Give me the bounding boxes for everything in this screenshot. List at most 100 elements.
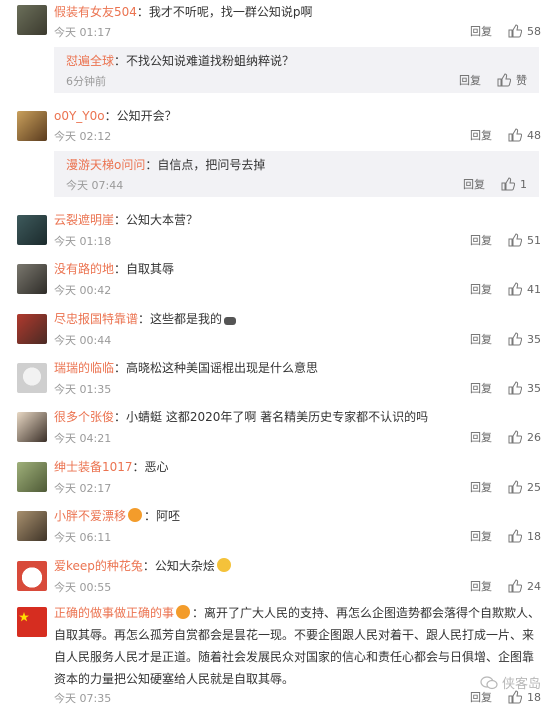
avatar[interactable] bbox=[17, 314, 47, 344]
like-button[interactable]: 35 bbox=[508, 381, 541, 395]
username-link[interactable]: 很多个张俊 bbox=[54, 410, 114, 424]
like-button[interactable]: 26 bbox=[508, 430, 541, 444]
vip-badge-icon bbox=[176, 605, 191, 619]
like-count: 赞 bbox=[516, 74, 527, 87]
like-button[interactable]: 58 bbox=[508, 24, 541, 38]
reply-button[interactable]: 回复 bbox=[470, 127, 492, 143]
username-link[interactable]: 爱keep的种花兔 bbox=[54, 559, 143, 573]
reply-button[interactable]: 回复 bbox=[470, 232, 492, 248]
comment-item: 很多个张俊：小蜻蜓 这都2020年了啊 著名精美历史专家都不认识的吗 今天 04… bbox=[0, 407, 555, 455]
comment-text: ：高晓松这种美国谣棍出现是什么意思 bbox=[114, 361, 319, 375]
avatar[interactable] bbox=[17, 215, 47, 245]
wechat-icon bbox=[480, 675, 498, 689]
like-button[interactable]: 24 bbox=[508, 579, 541, 593]
like-count: 35 bbox=[527, 381, 541, 395]
username-link[interactable]: 绅士装备1017 bbox=[54, 460, 133, 474]
like-button[interactable]: 35 bbox=[508, 332, 541, 346]
thumbs-up-icon bbox=[508, 233, 522, 247]
reply-button[interactable]: 回复 bbox=[470, 528, 492, 544]
comment-text: ：这些都是我的 bbox=[138, 312, 223, 326]
vip-badge-icon bbox=[128, 508, 143, 522]
like-count: 41 bbox=[527, 282, 541, 296]
username-link[interactable]: 尽忠报国特靠谱 bbox=[54, 312, 138, 326]
avatar[interactable] bbox=[17, 607, 47, 637]
comment-actions: 回复 18 bbox=[470, 526, 541, 546]
timestamp: 今天 00:44 bbox=[54, 334, 112, 347]
comment-text: ：恶心 bbox=[132, 460, 169, 474]
comment-text: ：公知开会？ bbox=[104, 109, 177, 123]
reply-box: 怼遍全球：不找公知说难道找粉蛆纳粹说？ 6分钟前 回复 赞 bbox=[54, 47, 539, 93]
thumbs-up-icon bbox=[508, 128, 522, 142]
reply-button[interactable]: 回复 bbox=[470, 578, 492, 594]
username-link[interactable]: 瑞瑞的临临 bbox=[54, 361, 114, 375]
emoji-icon bbox=[224, 317, 237, 325]
reply-box: 漫游天梯o问问：自信点，把问号去掉 今天 07:44 回复 1 bbox=[54, 151, 539, 197]
like-count: 26 bbox=[527, 430, 541, 444]
comment-actions: 回复 48 bbox=[470, 125, 541, 145]
username-link[interactable]: 小胖不爱漂移 bbox=[54, 509, 126, 523]
timestamp: 今天 07:44 bbox=[66, 179, 124, 192]
like-button[interactable]: 41 bbox=[508, 282, 541, 296]
comment-actions: 回复 赞 bbox=[459, 70, 527, 90]
reply-button[interactable]: 回复 bbox=[470, 23, 492, 39]
comment-text: ：我才不听呢，找一群公知说p啊 bbox=[136, 5, 313, 19]
comment-item: 云裂遮明崖：公知大本营？ 今天 01:18 回复 51 bbox=[0, 210, 555, 258]
like-button[interactable]: 25 bbox=[508, 480, 541, 494]
timestamp: 今天 04:21 bbox=[54, 432, 112, 445]
timestamp: 今天 01:35 bbox=[54, 383, 112, 396]
timestamp: 今天 06:11 bbox=[54, 531, 112, 544]
reply-button[interactable]: 回复 bbox=[463, 176, 485, 192]
like-button[interactable]: 赞 bbox=[497, 72, 527, 88]
like-count: 1 bbox=[520, 177, 527, 191]
reply-button[interactable]: 回复 bbox=[470, 380, 492, 396]
thumbs-up-icon bbox=[497, 73, 511, 87]
thumbs-up-icon bbox=[508, 430, 522, 444]
thumbs-up-icon bbox=[508, 690, 522, 704]
like-count: 25 bbox=[527, 480, 541, 494]
like-button[interactable]: 51 bbox=[508, 233, 541, 247]
username-link[interactable]: 漫游天梯o问问 bbox=[66, 158, 145, 172]
flag-icon bbox=[19, 612, 29, 622]
avatar[interactable] bbox=[17, 462, 47, 492]
thumbs-up-icon bbox=[508, 579, 522, 593]
like-button[interactable]: 18 bbox=[508, 529, 541, 543]
avatar[interactable] bbox=[17, 412, 47, 442]
comment-item: 瑞瑞的临临：高晓松这种美国谣棍出现是什么意思 今天 01:35 回复 35 bbox=[0, 358, 555, 406]
thumbs-up-icon bbox=[508, 480, 522, 494]
watermark-text: 侠客岛 bbox=[501, 677, 541, 692]
thumbs-up-icon bbox=[508, 24, 522, 38]
reply-button[interactable]: 回复 bbox=[470, 429, 492, 445]
comment-item: 小胖不爱漂移 ：阿呸 今天 06:11 回复 18 bbox=[0, 506, 555, 554]
comment-text: ：自取其辱 bbox=[114, 262, 175, 276]
comment-actions: 回复 58 bbox=[470, 21, 541, 41]
comment-actions: 回复 35 bbox=[470, 378, 541, 398]
avatar[interactable] bbox=[17, 561, 47, 591]
thumbs-up-icon bbox=[508, 332, 522, 346]
timestamp: 今天 00:55 bbox=[54, 581, 112, 594]
reply-button[interactable]: 回复 bbox=[470, 479, 492, 495]
reply-button[interactable]: 回复 bbox=[470, 331, 492, 347]
username-link[interactable]: 假装有女友504 bbox=[54, 5, 137, 19]
avatar[interactable] bbox=[17, 5, 47, 35]
username-link[interactable]: 怼遍全球 bbox=[66, 54, 114, 68]
comment-actions: 回复 35 bbox=[470, 329, 541, 349]
comment-actions: 回复 24 bbox=[470, 576, 541, 596]
username-link[interactable]: o0Y_Y0o bbox=[54, 109, 105, 123]
avatar[interactable] bbox=[17, 264, 47, 294]
comment-item: 爱keep的种花兔：公知大杂烩 今天 00:55 回复 24 bbox=[0, 556, 555, 604]
username-link[interactable]: 云裂遮明崖 bbox=[54, 213, 114, 227]
username-link[interactable]: 正确的做事做正确的事 bbox=[54, 606, 174, 620]
like-button[interactable]: 48 bbox=[508, 128, 541, 142]
comment-text: ：自信点，把问号去掉 bbox=[145, 158, 266, 172]
username-link[interactable]: 没有路的地 bbox=[54, 262, 114, 276]
comment-actions: 回复 25 bbox=[470, 477, 541, 497]
avatar[interactable] bbox=[17, 363, 47, 393]
reply-button[interactable]: 回复 bbox=[470, 281, 492, 297]
avatar[interactable] bbox=[17, 111, 47, 141]
like-button[interactable]: 18 bbox=[508, 690, 541, 704]
reply-button[interactable]: 回复 bbox=[459, 72, 481, 88]
timestamp: 今天 01:17 bbox=[54, 26, 112, 39]
avatar[interactable] bbox=[17, 511, 47, 541]
like-button[interactable]: 1 bbox=[501, 177, 527, 191]
comment-actions: 回复 41 bbox=[470, 279, 541, 299]
